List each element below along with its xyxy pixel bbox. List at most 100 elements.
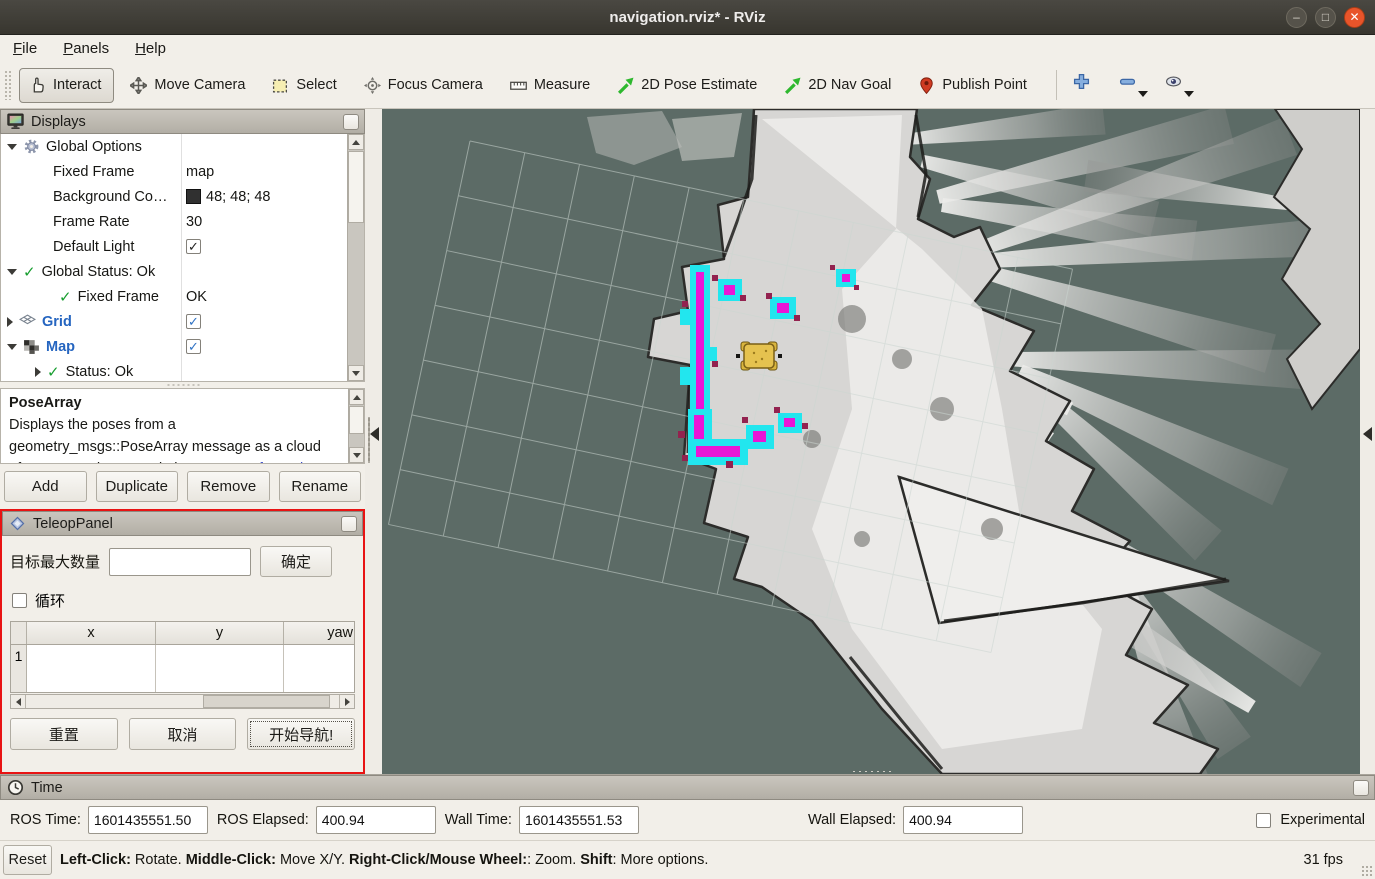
hand-pointer-icon <box>29 77 46 94</box>
scrollbar-thumb[interactable] <box>203 695 330 708</box>
tree-row-fixed-frame-status[interactable]: ✓ Fixed Frame OK <box>1 284 347 309</box>
color-swatch[interactable] <box>186 189 201 204</box>
column-header-yaw[interactable]: yaw <box>284 622 354 644</box>
dropdown-arrow-icon[interactable] <box>1138 91 1148 97</box>
remove-display-button[interactable]: Remove <box>187 471 270 502</box>
column-header-x[interactable]: x <box>27 622 156 644</box>
loop-checkbox[interactable] <box>12 593 27 608</box>
description-scrollbar[interactable] <box>348 389 364 463</box>
right-splitter[interactable] <box>1360 109 1375 774</box>
reset-time-button[interactable]: Reset <box>3 845 52 875</box>
tree-row-fixed-frame[interactable]: Fixed Frame map <box>1 159 347 184</box>
description-line: geometry_msgs::PoseArray message as a cl… <box>9 436 344 458</box>
column-header-y[interactable]: y <box>156 622 284 644</box>
tree-row-frame-rate[interactable]: Frame Rate 30 <box>1 209 347 234</box>
tree-row-global-options[interactable]: Global Options <box>1 134 347 159</box>
ros-time-input[interactable] <box>88 806 208 834</box>
grid-enabled-checkbox[interactable]: ✓ <box>186 314 201 329</box>
pose-estimate-tool-button[interactable]: 2D Pose Estimate <box>617 77 757 94</box>
measure-tool-button[interactable]: Measure <box>510 77 590 94</box>
collapse-arrow-icon[interactable] <box>35 367 41 377</box>
toolbar-drag-handle[interactable] <box>4 70 11 100</box>
tree-row-map[interactable]: Map ✓ <box>1 334 347 359</box>
ros-elapsed-input[interactable] <box>316 806 436 834</box>
scrollbar-thumb[interactable] <box>349 406 364 434</box>
tree-row-global-status[interactable]: ✓ Global Status: Ok <box>1 259 347 284</box>
wall-time-input[interactable] <box>519 806 639 834</box>
collapse-right-panel-icon[interactable] <box>1363 427 1372 441</box>
confirm-button[interactable]: 确定 <box>260 546 332 577</box>
select-tool-button[interactable]: Select <box>272 77 336 94</box>
window-titlebar[interactable]: navigation.rviz* - RViz – □ ✕ <box>0 0 1375 35</box>
wall-elapsed-input[interactable] <box>903 806 1023 834</box>
panel-float-button[interactable] <box>1353 780 1369 796</box>
panel-float-button[interactable] <box>341 516 357 532</box>
focus-camera-tool-button[interactable]: Focus Camera <box>364 77 483 94</box>
maximize-icon[interactable]: □ <box>1315 7 1336 28</box>
cell-y[interactable] <box>156 645 284 692</box>
menu-help[interactable]: Help <box>135 40 166 57</box>
tree-row-default-light[interactable]: Default Light ✓ <box>1 234 347 259</box>
monitor-icon <box>7 113 24 130</box>
cancel-button[interactable]: 取消 <box>129 718 237 750</box>
expand-arrow-icon[interactable] <box>7 144 17 150</box>
teleop-panel-title: TeleopPanel <box>33 516 113 532</box>
scroll-right-icon[interactable] <box>339 695 354 708</box>
scroll-down-icon[interactable] <box>349 447 364 463</box>
scroll-down-icon[interactable] <box>348 365 364 381</box>
fixed-frame-status-value: OK <box>186 289 207 305</box>
minimize-icon[interactable]: – <box>1286 7 1307 28</box>
zoom-out-button[interactable] <box>1119 73 1139 97</box>
panel-float-button[interactable] <box>343 114 359 130</box>
tree-row-background-color[interactable]: Background Co… 48; 48; 48 <box>1 184 347 209</box>
reset-goals-button[interactable]: 重置 <box>10 718 118 750</box>
collapse-arrow-icon[interactable] <box>7 317 13 327</box>
scroll-left-icon[interactable] <box>11 695 26 708</box>
dropdown-arrow-icon[interactable] <box>1184 91 1194 97</box>
menu-file[interactable]: File <box>13 40 37 57</box>
scroll-up-icon[interactable] <box>349 389 364 405</box>
tree-row-grid[interactable]: Grid ✓ <box>1 309 347 334</box>
left-splitter[interactable] <box>365 109 382 774</box>
row-header[interactable]: 1 <box>11 645 27 692</box>
cell-x[interactable] <box>27 645 156 692</box>
expand-arrow-icon[interactable] <box>7 344 17 350</box>
start-navigation-button[interactable]: 开始导航! <box>247 718 355 750</box>
scroll-up-icon[interactable] <box>348 134 364 150</box>
description-line: of arrows on the ground plane. More Info… <box>9 458 344 464</box>
nav-goal-tool-button[interactable]: 2D Nav Goal <box>784 77 891 94</box>
publish-point-tool-button[interactable]: Publish Point <box>918 77 1027 94</box>
add-display-button[interactable]: Add <box>4 471 87 502</box>
table-horizontal-scrollbar[interactable] <box>10 694 355 709</box>
teleop-panel-header[interactable]: TeleopPanel <box>2 511 363 536</box>
close-icon[interactable]: ✕ <box>1344 7 1365 28</box>
max-goal-label: 目标最大数量 <box>10 551 100 572</box>
more-information-link[interactable]: More Information <box>210 461 320 464</box>
window-resize-grip[interactable] <box>1361 865 1373 877</box>
time-panel-header[interactable]: Time <box>0 775 1375 800</box>
displays-panel-header[interactable]: Displays <box>0 109 365 134</box>
fixed-frame-value[interactable]: map <box>186 164 214 180</box>
default-light-checkbox[interactable]: ✓ <box>186 239 201 254</box>
expand-arrow-icon[interactable] <box>7 269 17 275</box>
bottom-splitter-handle[interactable] <box>851 770 891 773</box>
scrollbar-thumb[interactable] <box>348 151 364 223</box>
rename-display-button[interactable]: Rename <box>279 471 362 502</box>
map-enabled-checkbox[interactable]: ✓ <box>186 339 201 354</box>
3d-viewport[interactable] <box>382 109 1360 774</box>
max-goal-input[interactable] <box>109 548 251 576</box>
frame-rate-value[interactable]: 30 <box>186 214 202 230</box>
experimental-checkbox[interactable] <box>1256 813 1271 828</box>
move-camera-tool-button[interactable]: Move Camera <box>130 77 245 94</box>
menu-panels[interactable]: Panels <box>63 40 109 57</box>
collapse-left-panel-icon[interactable] <box>370 427 379 441</box>
background-color-value[interactable]: 48; 48; 48 <box>206 189 271 205</box>
zoom-in-button[interactable] <box>1073 73 1093 97</box>
camera-view-button[interactable] <box>1165 73 1185 97</box>
displays-scrollbar[interactable] <box>347 134 364 381</box>
interact-tool-button[interactable]: Interact <box>19 68 114 103</box>
selection-box-icon <box>272 77 289 94</box>
tree-row-map-status[interactable]: ✓ Status: Ok <box>1 359 347 382</box>
cell-yaw[interactable] <box>284 645 354 692</box>
duplicate-display-button[interactable]: Duplicate <box>96 471 179 502</box>
